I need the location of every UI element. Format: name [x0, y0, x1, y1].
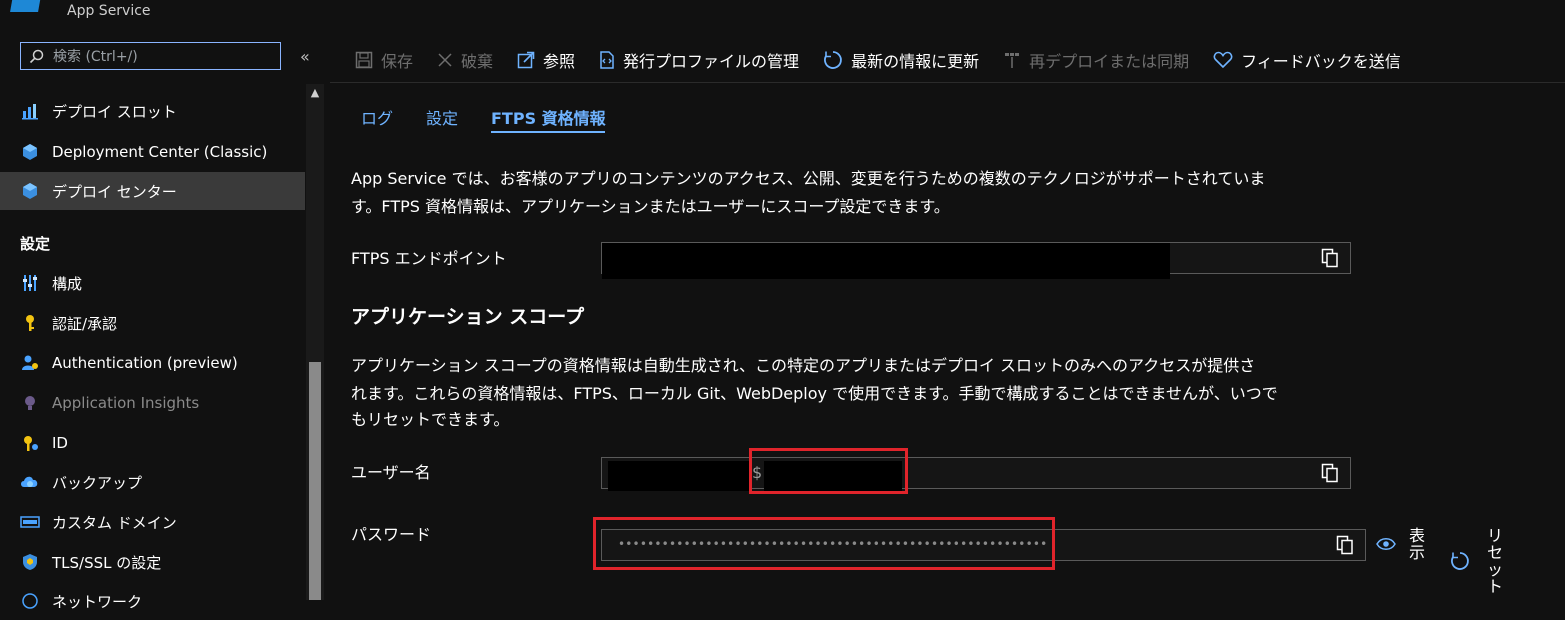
- sidebar-item-label: カスタム ドメイン: [52, 513, 177, 532]
- sidebar-item-auth[interactable]: 認証/承認: [0, 304, 305, 342]
- save-button[interactable]: 保存: [355, 48, 413, 72]
- discard-label: 破棄: [461, 52, 494, 71]
- sidebar-item-backup[interactable]: バックアップ: [0, 463, 305, 501]
- sidebar-item-deployment-slots[interactable]: デプロイ スロット: [0, 92, 305, 130]
- scope-text-line-1: アプリケーション スコープの資格情報は自動生成され、この特定のアプリまたはデプロ…: [351, 356, 1256, 375]
- scroll-up-arrow-icon[interactable]: ▲: [306, 84, 324, 102]
- sidebar-item-application-insights[interactable]: Application Insights: [0, 384, 305, 422]
- sidebar-item-configuration[interactable]: 構成: [0, 264, 305, 302]
- scope-text-line-3: もリセットできます。: [351, 410, 510, 429]
- key-icon: [20, 313, 40, 333]
- sliders-icon: [20, 273, 40, 293]
- identity-icon: [20, 433, 40, 453]
- scope-text-line-2: れます。これらの資格情報は、FTPS、ローカル Git、WebDeploy で使…: [351, 384, 1278, 403]
- heart-icon: [1213, 51, 1233, 69]
- redeploy-sync-button[interactable]: 再デプロイまたは同期: [1003, 48, 1189, 72]
- tab-ftps-credentials[interactable]: FTPS 資格情報: [491, 105, 606, 129]
- sidebar-item-identity[interactable]: ID: [0, 424, 305, 462]
- search-icon: [29, 49, 45, 69]
- redeploy-sync-label: 再デプロイまたは同期: [1029, 52, 1190, 71]
- app-service-logo: [10, 0, 42, 12]
- refresh-icon: [823, 50, 843, 70]
- refresh-button[interactable]: 最新の情報に更新: [823, 48, 979, 72]
- sidebar-item-network[interactable]: ネットワーク: [0, 582, 305, 620]
- show-password-button[interactable]: 表示: [1376, 527, 1426, 561]
- app-title: App Service: [67, 3, 151, 19]
- copy-icon[interactable]: [1320, 248, 1340, 268]
- highlight-box-password: [593, 517, 1055, 570]
- save-icon: [355, 51, 373, 69]
- sidebar-item-label: 認証/承認: [52, 314, 118, 333]
- command-toolbar: 保存 破棄 参照 発行プロファイルの管理 最新の情報に更新 再デプロイまたは同期: [355, 44, 1425, 76]
- cube-icon: [20, 181, 40, 201]
- send-feedback-button[interactable]: フィードバックを送信: [1213, 48, 1401, 72]
- highlight-box-username: [749, 448, 908, 494]
- copy-icon[interactable]: [1335, 535, 1355, 555]
- show-label: 表示: [1408, 526, 1425, 562]
- browse-label: 参照: [543, 52, 576, 71]
- application-scope-heading: アプリケーション スコープ: [351, 306, 585, 328]
- username-label: ユーザー名: [351, 463, 431, 482]
- publish-profile-icon: [599, 51, 615, 69]
- browse-button[interactable]: 参照: [517, 48, 575, 72]
- sidebar-item-label: バックアップ: [52, 473, 143, 492]
- sidebar-item-label: Application Insights: [52, 394, 200, 412]
- tab-settings[interactable]: 設定: [426, 105, 458, 129]
- reset-credentials-button[interactable]: リセット: [1450, 527, 1504, 595]
- redacted-username-part: [608, 461, 750, 491]
- search-box[interactable]: [20, 42, 281, 71]
- sidebar-item-tls-ssl[interactable]: TLS/SSL の設定: [0, 543, 305, 581]
- scrollbar-thumb[interactable]: [309, 362, 321, 600]
- sidebar-item-deployment-center[interactable]: デプロイ センター: [0, 172, 305, 210]
- active-tab-indicator: [491, 131, 605, 133]
- intro-text-line-1: App Service では、お客様のアプリのコンテンツのアクセス、公開、変更を…: [351, 169, 1266, 188]
- manage-publish-profile-button[interactable]: 発行プロファイルの管理: [599, 48, 799, 72]
- sidebar-item-label: Deployment Center (Classic): [52, 143, 268, 161]
- toolbar-divider: [330, 82, 1565, 83]
- shield-icon: [20, 552, 40, 572]
- cloud-backup-icon: [20, 472, 40, 492]
- ftps-endpoint-label: FTPS エンドポイント: [351, 249, 507, 268]
- cube-icon: [20, 142, 40, 162]
- external-link-icon: [517, 51, 535, 69]
- sidebar-item-label: TLS/SSL の設定: [52, 553, 162, 572]
- sidebar-item-custom-domain[interactable]: カスタム ドメイン: [0, 503, 305, 541]
- bulb-icon: [20, 393, 40, 413]
- eye-icon: [1376, 537, 1396, 551]
- domain-icon: [20, 512, 40, 532]
- reset-icon: [1450, 551, 1470, 571]
- sidebar-item-label: ネットワーク: [52, 592, 143, 611]
- sidebar-item-deployment-center-classic[interactable]: Deployment Center (Classic): [0, 133, 305, 171]
- manage-publish-profile-label: 発行プロファイルの管理: [623, 52, 800, 71]
- sidebar-item-label: デプロイ センター: [52, 182, 177, 201]
- send-feedback-label: フィードバックを送信: [1241, 52, 1401, 71]
- close-icon: [437, 52, 453, 68]
- people-icon: [20, 353, 40, 373]
- intro-text-line-2: す。FTPS 資格情報は、アプリケーションまたはユーザーにスコープ設定できます。: [351, 197, 950, 216]
- discard-button[interactable]: 破棄: [437, 48, 493, 72]
- collapse-sidebar-button[interactable]: «: [300, 47, 310, 66]
- sidebar-item-authentication-preview[interactable]: Authentication (preview): [0, 344, 305, 382]
- deployment-slots-icon: [20, 101, 40, 121]
- copy-icon[interactable]: [1320, 463, 1340, 483]
- sidebar-item-label: ID: [52, 434, 68, 452]
- redeploy-icon: [1003, 51, 1021, 69]
- password-label: パスワード: [351, 525, 432, 544]
- reset-label: リセット: [1486, 526, 1503, 596]
- ftps-endpoint-field[interactable]: [601, 242, 1351, 279]
- sidebar-item-label: デプロイ スロット: [52, 102, 177, 121]
- section-heading-settings: 設定: [20, 235, 51, 253]
- sidebar-item-label: 構成: [52, 274, 83, 293]
- save-label: 保存: [381, 52, 414, 71]
- username-field[interactable]: $: [601, 457, 1351, 491]
- tab-logs[interactable]: ログ: [361, 105, 393, 129]
- refresh-label: 最新の情報に更新: [851, 52, 980, 71]
- search-input[interactable]: [51, 43, 280, 71]
- redacted-endpoint: [602, 243, 1170, 279]
- network-icon: [20, 591, 40, 611]
- sidebar-item-label: Authentication (preview): [52, 354, 238, 372]
